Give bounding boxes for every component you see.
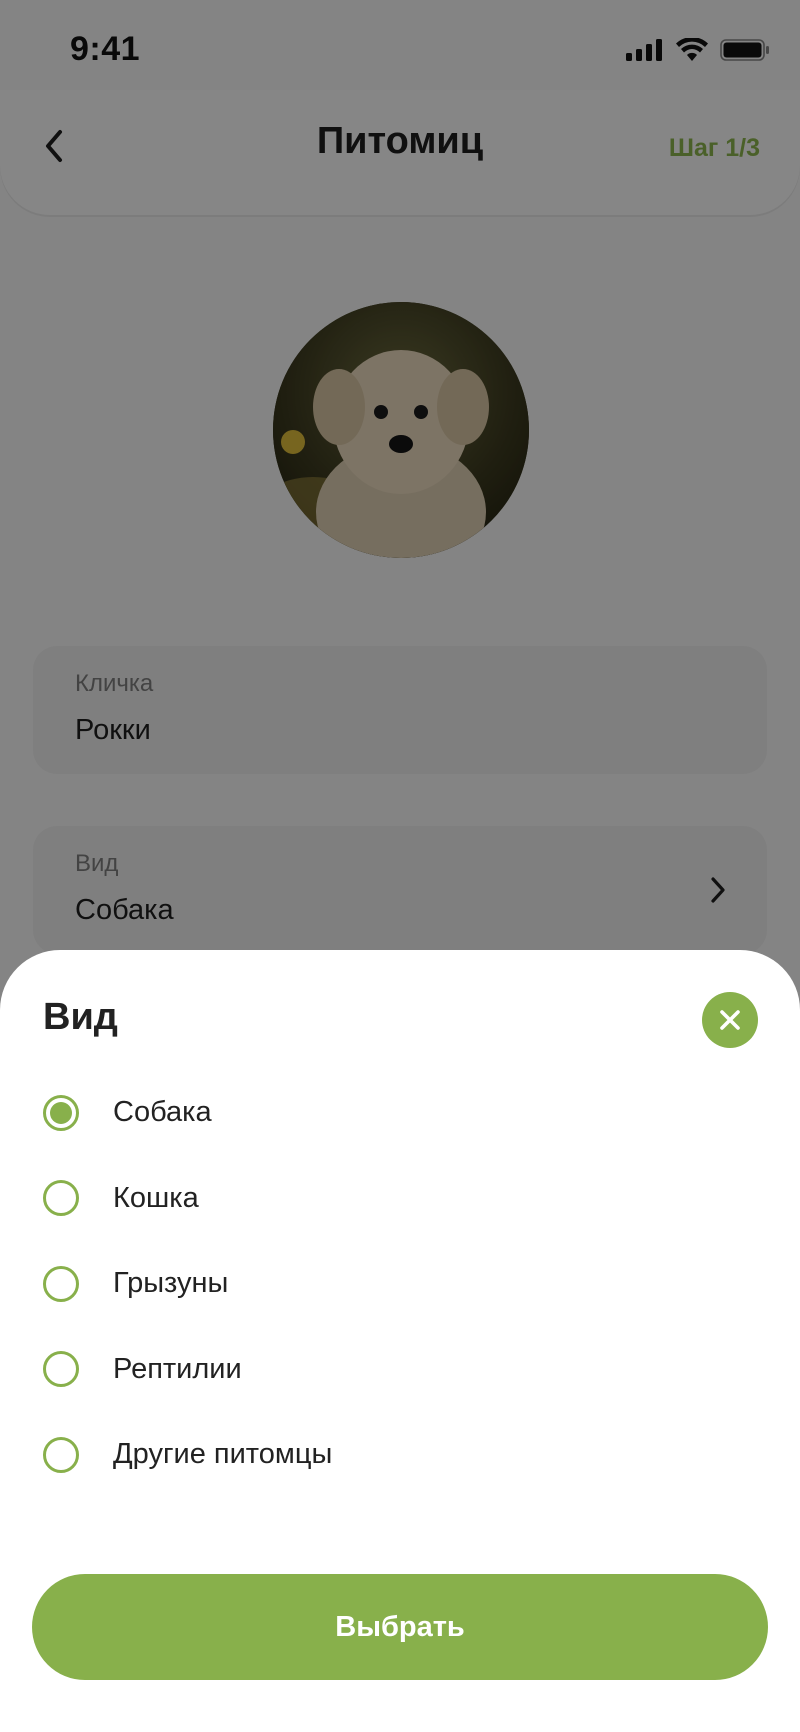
close-button[interactable] (702, 992, 758, 1048)
option-label: Кошка (113, 1181, 199, 1214)
radio-unselected[interactable] (43, 1351, 79, 1388)
options-list: Собака Кошка Грызуны Рептилии Другие пит… (0, 1070, 800, 1498)
radio-selected[interactable] (43, 1094, 79, 1131)
option-label: Собака (113, 1096, 212, 1129)
option-cat[interactable]: Кошка (0, 1156, 800, 1242)
option-dog[interactable]: Собака (0, 1070, 800, 1156)
sheet-title: Вид (43, 996, 118, 1038)
radio-unselected[interactable] (43, 1436, 79, 1473)
radio-unselected[interactable] (43, 1180, 79, 1217)
option-rodents[interactable]: Грызуны (0, 1241, 800, 1327)
type-picker-sheet: Вид Собака Кошка Грызуны Рептилии Другие… (0, 950, 800, 1732)
option-label: Грызуны (113, 1267, 229, 1300)
option-other-pets[interactable]: Другие питомцы (0, 1412, 800, 1498)
close-icon (720, 1010, 740, 1030)
option-label: Рептилии (113, 1352, 242, 1385)
screen: 9:41 Питомиц Шаг 1/3 Кличка Рокки Вид Со… (0, 0, 800, 1732)
radio-unselected[interactable] (43, 1265, 79, 1302)
option-reptiles[interactable]: Рептилии (0, 1327, 800, 1413)
radio-dot (50, 1101, 72, 1124)
select-button[interactable]: Выбрать (32, 1574, 768, 1680)
option-label: Другие питомцы (113, 1438, 333, 1471)
